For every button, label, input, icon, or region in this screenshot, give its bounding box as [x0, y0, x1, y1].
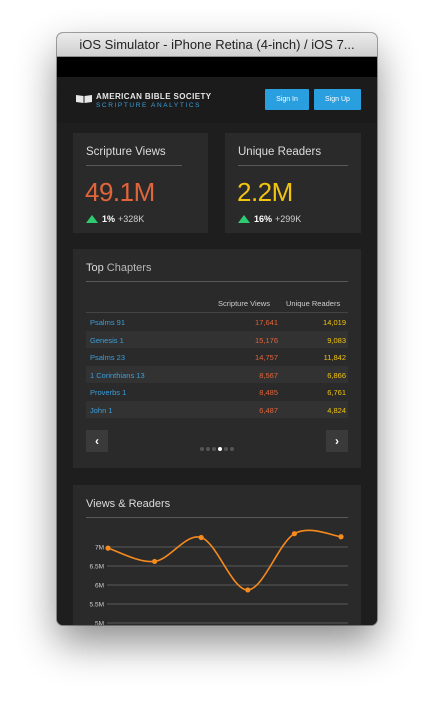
page-dot[interactable]: [224, 447, 228, 451]
readers-cell: 9,083: [327, 335, 346, 345]
table-row[interactable]: Psalms 23 14,757 11,842: [86, 348, 348, 366]
page-indicator: [200, 438, 240, 451]
data-point[interactable]: [245, 587, 251, 593]
y-tick-label: 5.5M: [90, 602, 104, 609]
y-tick-label: 5M: [95, 621, 104, 626]
page-dot[interactable]: [230, 447, 234, 451]
column-header-readers: Unique Readers: [286, 299, 341, 308]
series-line: [107, 529, 342, 591]
app-header: AMERICAN BIBLE SOCIETY SCRIPTURE ANALYTI…: [57, 77, 377, 123]
page-dot[interactable]: [218, 447, 222, 451]
views-cell: 14,757: [255, 353, 278, 362]
table-row[interactable]: John 1 6,487 4,824: [86, 400, 348, 418]
views-cell: 17,641: [255, 318, 278, 327]
chapter-link[interactable]: John 1: [90, 406, 113, 415]
card-title: Scripture Views: [86, 146, 166, 158]
data-point[interactable]: [291, 531, 297, 537]
table-row[interactable]: Proverbs 1 8,485 6,761: [86, 383, 348, 401]
readers-cell: 4,824: [327, 405, 346, 415]
readers-cell: 11,842: [323, 353, 346, 362]
views-cell: 8,567: [259, 370, 278, 380]
readers-cell: 6,866: [327, 370, 346, 380]
column-header-views: Scripture Views: [218, 299, 270, 308]
title-rest: Chapters: [103, 262, 152, 274]
stat-value: 2.2M: [237, 177, 293, 207]
page-dot[interactable]: [206, 447, 210, 451]
divider: [86, 281, 348, 282]
card-title: Unique Readers: [238, 146, 322, 158]
chapter-link[interactable]: 1 Corinthians 13: [90, 371, 145, 380]
previous-page-button[interactable]: ‹: [86, 430, 108, 452]
change-percent: 16%: [254, 214, 273, 224]
data-point[interactable]: [338, 534, 344, 540]
views-cell: 6,487: [259, 405, 278, 415]
data-point[interactable]: [198, 534, 204, 541]
divider: [86, 165, 182, 166]
status-bar: [57, 57, 377, 77]
table-row[interactable]: Psalms 91 17,641 14,019: [86, 313, 348, 331]
chapter-link[interactable]: Psalms 23: [90, 353, 125, 362]
table-row[interactable]: 1 Corinthians 13 8,567 6,866: [86, 365, 348, 383]
arrow-up-icon: [86, 215, 98, 223]
chapter-link[interactable]: Psalms 91: [90, 318, 125, 327]
chevron-right-icon: ›: [335, 434, 339, 448]
page-dot[interactable]: [200, 447, 204, 451]
scripture-views-card: Scripture Views 49.1M 1% +328K: [73, 133, 208, 233]
next-page-button[interactable]: ›: [326, 430, 348, 452]
line-chart: 7M 6.5M 6M 5.5M 5M: [90, 529, 348, 626]
brand-title: AMERICAN BIBLE SOCIETY: [96, 92, 212, 101]
views-cell: 8,485: [259, 388, 278, 397]
sign-up-button[interactable]: Sign Up: [314, 89, 361, 110]
sign-in-button[interactable]: Sign In: [265, 89, 309, 110]
app-screen[interactable]: AMERICAN BIBLE SOCIETY SCRIPTURE ANALYTI…: [57, 77, 377, 625]
chevron-left-icon: ‹: [95, 434, 99, 448]
title-bold: Top: [86, 262, 104, 274]
stat-change: 1% +328K: [86, 214, 144, 224]
open-book-icon: [76, 95, 92, 103]
y-tick-label: 6.5M: [90, 564, 104, 571]
brand-subtitle: SCRIPTURE ANALYTICS: [96, 102, 202, 109]
unique-readers-card: Unique Readers 2.2M 16% +299K: [225, 133, 361, 233]
page-dot[interactable]: [212, 447, 216, 451]
chapter-link[interactable]: Proverbs 1: [90, 388, 126, 397]
readers-cell: 14,019: [323, 318, 346, 327]
arrow-up-icon: [238, 215, 250, 223]
section-title: Top Chapters: [86, 262, 151, 274]
data-point[interactable]: [152, 558, 158, 565]
change-percent: 1%: [102, 214, 116, 224]
simulator-window: iOS Simulator - iPhone Retina (4-inch) /…: [57, 33, 377, 625]
top-chapters-card: Top Chapters Scripture Views Unique Read…: [73, 249, 361, 468]
stat-value: 49.1M: [85, 177, 155, 207]
change-absolute: +299K: [275, 214, 302, 224]
window-title: iOS Simulator - iPhone Retina (4-inch) /…: [57, 33, 377, 57]
views-cell: 15,176: [255, 335, 278, 345]
y-tick-label: 7M: [95, 545, 104, 552]
data-point[interactable]: [105, 545, 111, 551]
readers-cell: 6,761: [327, 388, 346, 397]
views-readers-card: Views & Readers 7M 6.5M 6M 5.5M 5M: [73, 485, 361, 625]
change-absolute: +328K: [118, 214, 145, 224]
chapter-link[interactable]: Genesis 1: [90, 336, 124, 345]
divider: [238, 165, 348, 166]
y-tick-label: 6M: [95, 583, 104, 590]
table-row[interactable]: Genesis 1 15,176 9,083: [86, 330, 348, 348]
stat-change: 16% +299K: [238, 214, 301, 224]
